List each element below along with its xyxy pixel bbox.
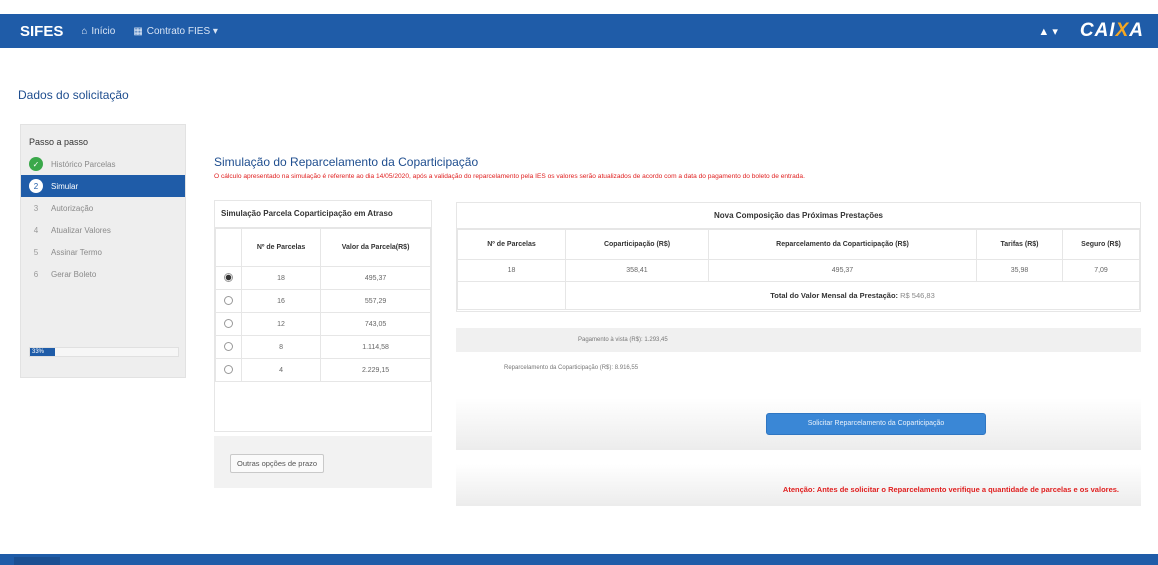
column-header-parcelas: Nº de Parcelas [240,228,322,267]
action-area: Solicitar Reparcelamento da Coparticipaç… [456,398,1141,450]
radio-button[interactable] [224,364,233,374]
steps-panel: Passo a passo ✓ Histórico Parcelas 2 Sim… [20,124,186,378]
page-title: Dados do solicitação [18,88,129,102]
cell-parcelas: 12 [240,312,322,336]
column-header-valor: Valor da Parcela(R$) [320,228,431,267]
cell-valor: 557,29 [320,289,431,313]
grid-icon: ▦ [133,25,143,37]
nav-item-home-label: Início [91,25,116,37]
composition-table: Nº de Parcelas Coparticipação (R$) Repar… [457,229,1140,310]
radio-button[interactable] [224,295,233,305]
step-simular[interactable]: 2 Simular [21,175,185,197]
column-header: Coparticipação (R$) [565,229,709,260]
total-value: R$ 546,83 [900,291,935,300]
table-row: 18 358,41 495,37 35,98 7,09 [457,259,1140,282]
request-reparcelamento-button[interactable]: Solicitar Reparcelamento da Coparticipaç… [766,413,986,435]
cell-parcelas: 4 [240,358,322,382]
top-navbar: SIFES ⌂ Início ▦ Contrato FIES ▾ ▲ ▾ CAI… [0,14,1158,48]
table-row[interactable]: 16 557,29 [215,289,431,313]
radio-button[interactable] [224,341,233,351]
cell-parcelas: 18 [240,266,322,290]
cell-parcelas: 18 [457,259,566,282]
table-row[interactable]: 12 743,05 [215,312,431,336]
step-historico-parcelas[interactable]: ✓ Histórico Parcelas [21,153,185,175]
date-warning: O cálculo apresentado na simulação é ref… [214,173,805,180]
composition-panel: Nova Composição das Próximas Prestações … [456,202,1141,312]
nav-item-contract[interactable]: ▦ Contrato FIES ▾ [133,26,218,37]
column-header: Tarifas (R$) [976,229,1063,260]
caixa-logo: CAIXA [1079,20,1144,41]
step-number: 5 [33,247,39,257]
total-label: Total do Valor Mensal da Prestação: [770,291,899,300]
cell-seguro: 7,09 [1062,259,1140,282]
step-label: Histórico Parcelas [51,159,116,169]
step-number: 4 [33,225,39,235]
step-number: 2 [29,179,43,193]
cell-parcelas: 8 [240,335,322,359]
brand-name[interactable]: SIFES [20,23,63,40]
section-title: Simulação do Reparcelamento da Copartici… [214,155,479,169]
progress-bar: 33% [29,347,179,357]
column-header: Reparcelamento da Coparticipação (R$) [708,229,977,260]
progress-fill: 33% [30,348,56,356]
empty-cell [457,281,566,310]
footer-logo [14,557,60,565]
step-label: Gerar Boleto [51,269,97,279]
total-row: Total do Valor Mensal da Prestação: R$ 5… [457,281,1140,310]
cell-tarifas: 35,98 [976,259,1063,282]
check-icon: ✓ [29,157,43,171]
radio-button[interactable] [224,318,233,328]
summary-box: Pagamento à vista (R$): 1.293,45 Reparce… [456,328,1141,384]
home-icon: ⌂ [81,25,88,37]
cell-valor: 743,05 [320,312,431,336]
column-header: Seguro (R$) [1062,229,1140,260]
step-label: Atualizar Valores [51,225,111,235]
cell-valor: 495,37 [320,266,431,290]
composition-heading: Nova Composição das Próximas Prestações [457,203,1140,229]
other-options-area: Outras opções de prazo [214,436,432,488]
cell-valor: 2.229,15 [320,358,431,382]
step-label: Autorização [51,203,94,213]
nav-item-contract-label: Contrato FIES ▾ [146,25,218,37]
select-column-header [215,228,242,267]
simulation-table: Nº de Parcelas Valor da Parcela(R$) 18 4… [215,228,431,382]
cell-coparticipacao: 358,41 [565,259,709,282]
table-row[interactable]: 4 2.229,15 [215,358,431,382]
footer-bar [0,554,1158,565]
step-assinar-termo[interactable]: 5 Assinar Termo [21,241,185,263]
column-header: Nº de Parcelas [457,229,566,260]
step-atualizar-valores[interactable]: 4 Atualizar Valores [21,219,185,241]
steps-title: Passo a passo [29,137,89,147]
alert-area: Atenção: Antes de solicitar o Reparcelam… [456,464,1141,506]
step-number: 3 [33,203,39,213]
table-row[interactable]: 8 1.114,58 [215,335,431,359]
attention-message: Atenção: Antes de solicitar o Reparcelam… [782,485,1119,494]
cash-payment-text: Pagamento à vista (R$): 1.293,45 [456,328,1141,352]
other-options-button[interactable]: Outras opções de prazo [230,454,325,473]
step-number: 6 [33,269,39,279]
step-label: Simular [51,181,79,191]
nav-item-home[interactable]: ⌂ Início [81,26,115,37]
radio-button[interactable] [224,272,233,282]
cell-parcelas: 16 [240,289,322,313]
table-row[interactable]: 18 495,37 [215,266,431,290]
cell-reparcelamento: 495,37 [708,259,977,282]
total-cell: Total do Valor Mensal da Prestação: R$ 5… [565,281,1140,310]
simulation-panel: Simulação Parcela Coparticipação em Atra… [214,200,432,432]
simulation-heading: Simulação Parcela Coparticipação em Atra… [215,201,431,228]
step-autorizacao[interactable]: 3 Autorização [21,197,185,219]
step-gerar-boleto[interactable]: 6 Gerar Boleto [21,263,185,285]
step-label: Assinar Termo [51,247,102,257]
reparcelamento-text: Reparcelamento da Coparticipação (R$): 8… [456,352,1141,384]
cell-valor: 1.114,58 [320,335,431,359]
user-menu[interactable]: ▲ ▾ [1038,25,1057,38]
